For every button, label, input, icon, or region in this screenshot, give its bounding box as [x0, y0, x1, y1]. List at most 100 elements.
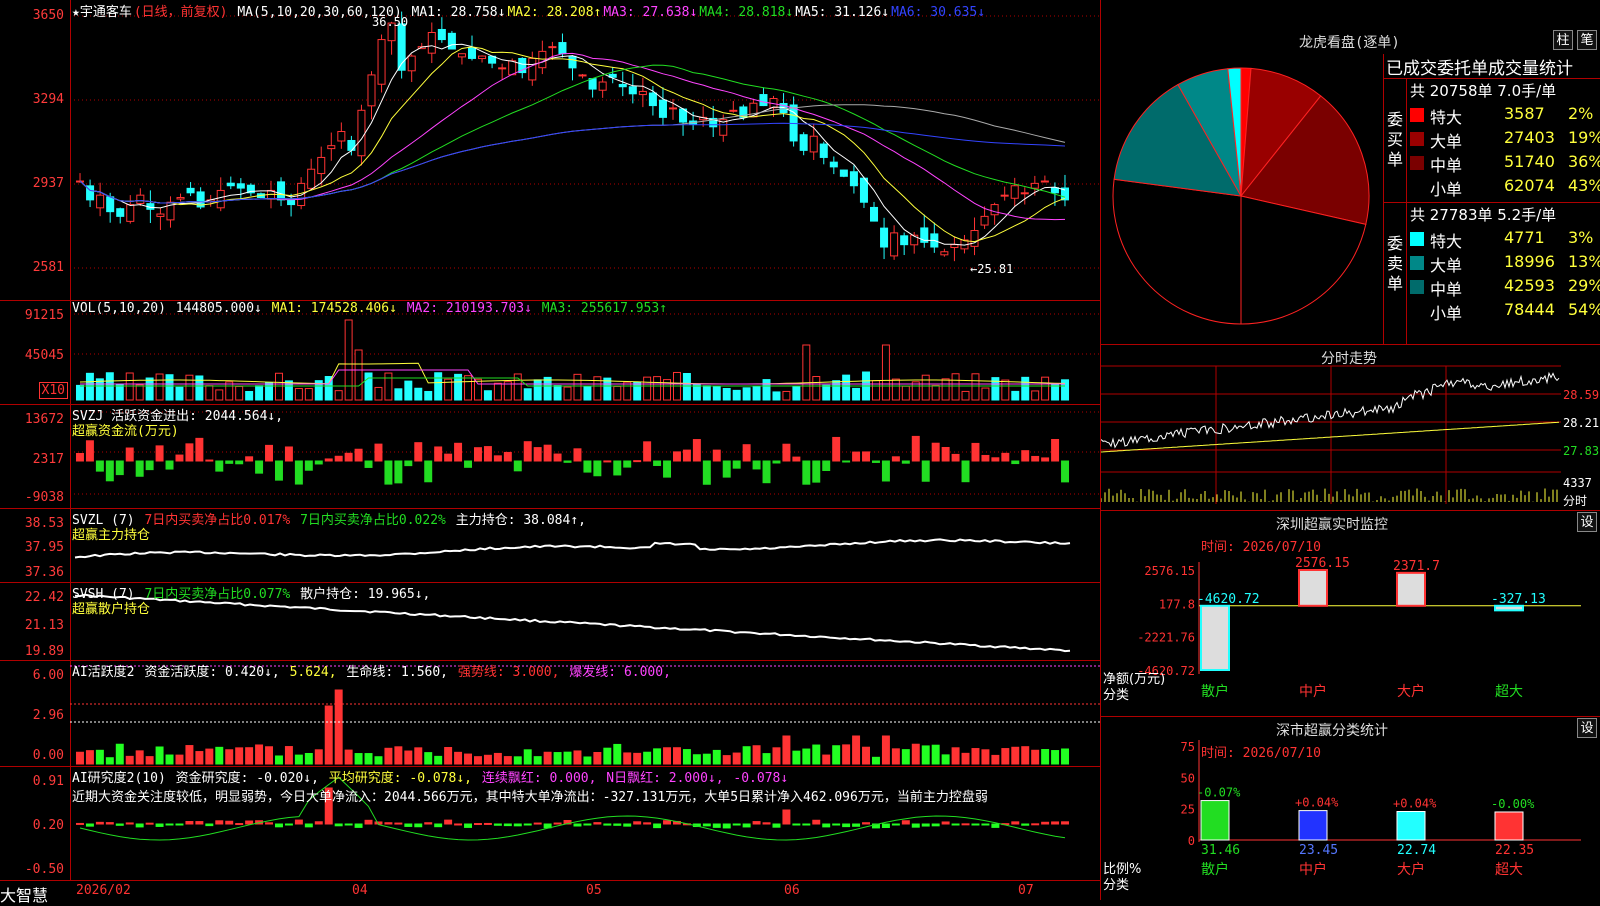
longhu-panel: 龙虎看盘(逐单) 柱 笔 已成交委托单成交量统计 共 20758单 7.0手/单…: [1100, 0, 1600, 345]
flow-bar: [444, 453, 453, 462]
activity-bar: [553, 752, 562, 765]
fs-ytick: 27.83: [1563, 444, 1600, 458]
activity-bar: [722, 755, 731, 765]
monitor-ytick: 177.8: [1159, 597, 1195, 611]
candle-body: [1030, 182, 1039, 189]
flow-bar: [85, 440, 94, 462]
flow-bar: [672, 451, 681, 462]
bar-view-button[interactable]: 柱: [1553, 30, 1573, 50]
activity-bar: [871, 756, 880, 765]
volume-bar: [155, 373, 164, 401]
ma-legend-item: MA4: 28.818↓: [699, 5, 794, 20]
ai-research-pane[interactable]: 0.91 0.20 -0.50 AI研究度2(10) 资金研究度: -0.020…: [0, 766, 1100, 880]
volume-bar: [215, 389, 224, 401]
order-percent: 43%: [1568, 176, 1600, 195]
volume-pane[interactable]: 91215 45045 X10 VOL(5,10,20) 144805.000↓…: [0, 300, 1100, 405]
research-bar: [961, 823, 970, 826]
flow-bar: [961, 460, 970, 483]
category-label: 散户: [1201, 683, 1229, 700]
ratio-bar: [1298, 810, 1328, 841]
kline-pane[interactable]: 3650 3294 2937 2581 ★宇通客车 (日线，前复权) MA(5,1…: [0, 0, 1100, 301]
activity-bar: [842, 744, 851, 765]
x-label: 04: [352, 883, 368, 898]
flow-bar: [1041, 457, 1050, 462]
activity-bar: [314, 749, 323, 765]
ai1-burst-line: 爆发线: 6.000,: [569, 665, 671, 680]
ai-activity-pane[interactable]: 6.00 2.96 0.00 AI活跃度2 资金活跃度: 0.420↓, 5.6…: [0, 660, 1100, 767]
activity-bar: [145, 756, 154, 765]
candle-body: [116, 208, 125, 217]
flow-bar: [951, 453, 960, 462]
candle-body: [900, 235, 909, 246]
candle-body: [447, 32, 456, 50]
activity-bar: [215, 746, 224, 765]
indicator-line: [79, 362, 1066, 385]
candle-body: [839, 169, 848, 177]
intraday-chart[interactable]: [1101, 344, 1600, 510]
flow-bar: [623, 460, 632, 468]
classify-ytick: 75: [1181, 740, 1195, 754]
legend-swatch: [1410, 232, 1424, 246]
net-flow-label: -4620.72: [1197, 592, 1260, 607]
flow-bar: [1021, 450, 1030, 462]
flow-bar: [543, 444, 552, 462]
research-bar: [294, 819, 303, 825]
activity-bar: [682, 749, 691, 765]
flow-bar: [483, 446, 492, 462]
flow-bar: [314, 460, 323, 465]
order-pie-chart[interactable]: [1101, 40, 1391, 340]
net-flow-bar-chart[interactable]: 2576.15177.8-2221.76-4620.72-4620.72散户25…: [1101, 510, 1600, 716]
activity-bar: [284, 746, 293, 765]
flow-bar: [404, 460, 413, 467]
volume-bar: [274, 372, 283, 401]
activity-bar: [593, 751, 602, 765]
research-bar: [274, 823, 283, 828]
svzj-pane[interactable]: 13672 2317 -9038 SVZJ 活跃资金进出: 2044.564↓,…: [0, 404, 1100, 509]
activity-bar: [384, 747, 393, 765]
tick-view-button[interactable]: 笔: [1577, 30, 1597, 50]
research-bar: [752, 821, 761, 825]
flow-bar: [981, 454, 990, 462]
volume-bar: [394, 388, 403, 401]
research-bar: [493, 823, 502, 826]
ma-legend-item: MA3: 27.638↓: [603, 5, 698, 20]
flow-bar: [324, 458, 333, 462]
research-bar: [1051, 821, 1060, 825]
ma-legend-item: MA1: 28.758↓: [411, 5, 506, 20]
volume-bar: [772, 391, 781, 401]
research-bar: [941, 821, 950, 825]
research-bar: [424, 822, 433, 825]
volume-bar: [1031, 390, 1040, 401]
candle-body: [297, 182, 306, 207]
research-bar: [921, 823, 930, 827]
order-volume: 78444: [1504, 300, 1555, 319]
research-bar: [663, 820, 672, 825]
research-bar: [901, 820, 910, 825]
activity-bar: [742, 746, 751, 765]
volume-bar: [981, 387, 990, 401]
flow-bar: [523, 441, 532, 462]
activity-bar: [115, 743, 124, 765]
ratio-bar-chart[interactable]: 75 50 25 0 -0.07% 31.46 散户 +0.04% 23.45 中户 +0.04% 2…: [1101, 716, 1600, 900]
activity-bar: [543, 751, 552, 765]
volume-bar: [165, 374, 174, 401]
activity-bar: [663, 747, 672, 765]
candle-body: [226, 182, 235, 187]
pie-slice: [1112, 178, 1242, 325]
flow-bar: [225, 460, 234, 464]
research-bar: [483, 822, 492, 825]
flow-bar: [563, 460, 572, 463]
classify-ytick: 50: [1181, 771, 1195, 785]
candlestick-chart[interactable]: [0, 0, 1100, 300]
flow-bar: [265, 444, 274, 462]
volume-bar: [822, 384, 831, 401]
svsh-subtitle: 超赢散户持仓: [72, 602, 151, 617]
candle-body: [648, 92, 657, 107]
volume-bar: [732, 389, 741, 401]
volume-bar: [85, 372, 94, 401]
volume-bar: [1041, 376, 1050, 401]
svsh-pane[interactable]: 22.42 21.13 19.89 SVSH (7) 7日内买卖净占比0.077…: [0, 582, 1100, 661]
candle-body: [618, 83, 627, 88]
svzl-pane[interactable]: 38.53 37.95 37.36 SVZL (7) 7日内买卖净占比0.017…: [0, 508, 1100, 583]
activity-bar: [822, 754, 831, 765]
